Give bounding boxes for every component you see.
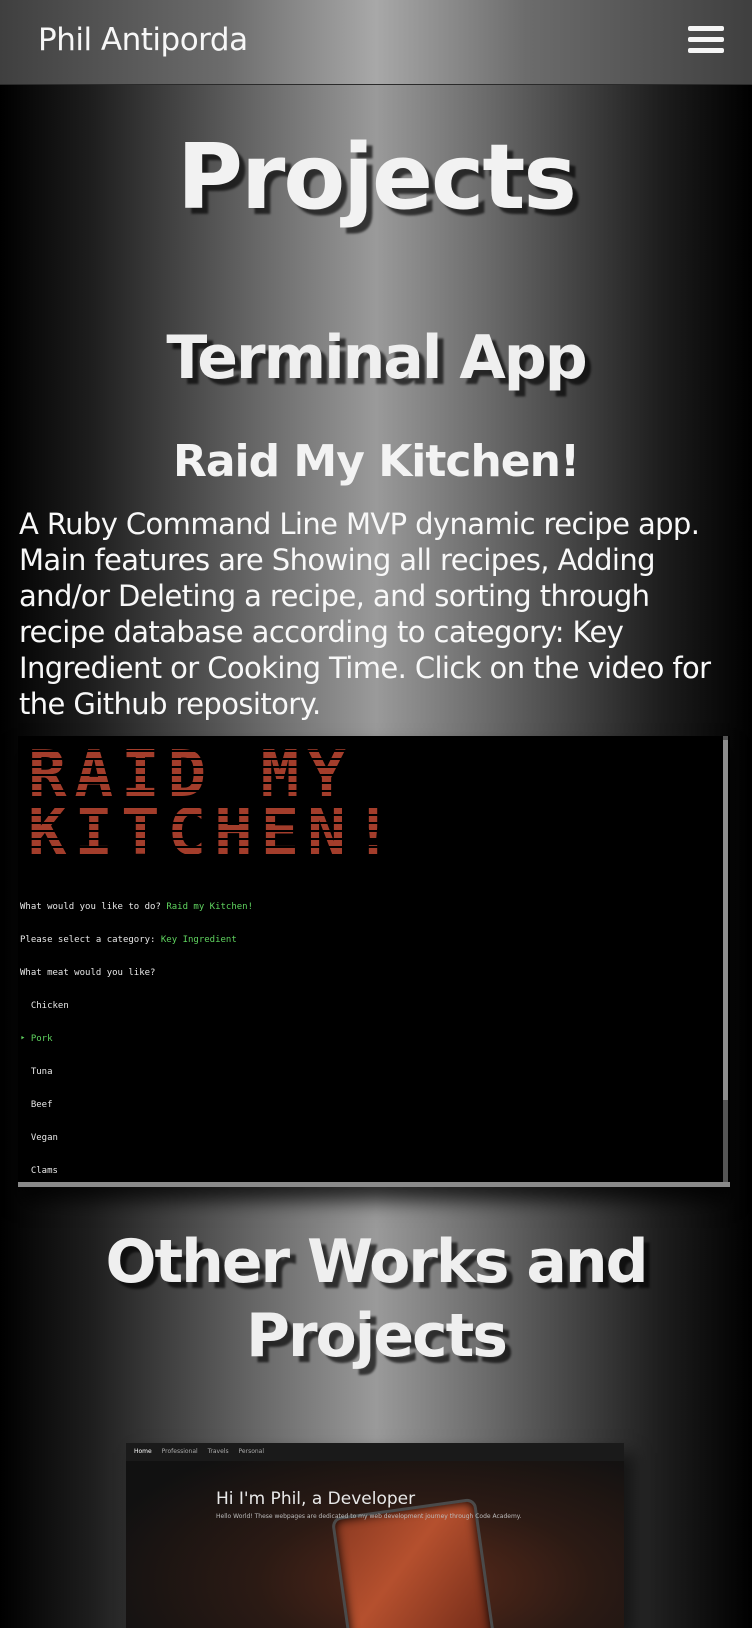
thumbnail-nav-item: Travels	[207, 1448, 229, 1455]
terminal-line: What meat would you like?	[20, 968, 156, 978]
terminal-option: Beef	[30, 1100, 53, 1110]
thumbnail-subtext: Hello World! These webpages are dedicate…	[216, 1513, 522, 1520]
thumbnail-heading: Hi I'm Phil, a Developer	[216, 1489, 416, 1509]
terminal-line: What would you like to do? Raid my Kitch…	[20, 902, 254, 912]
project-video[interactable]: RAID MY KITCHEN! What would you like to …	[18, 736, 730, 1187]
hamburger-menu-icon[interactable]	[688, 26, 724, 56]
terminal-output: What would you like to do? Raid my Kitch…	[20, 880, 253, 1199]
video-banner: RAID MY KITCHEN!	[28, 738, 401, 870]
menu-bar-top	[688, 26, 724, 31]
terminal-option: Tuna	[30, 1067, 53, 1077]
project-description: A Ruby Command Line MVP dynamic recipe a…	[19, 507, 711, 721]
menu-bar-middle	[688, 37, 724, 42]
terminal-option-selected: ‣ Pork	[20, 1034, 53, 1044]
page-title: Projects	[176, 125, 577, 230]
thumbnail-nav: Home Professional Travels Personal	[126, 1443, 624, 1461]
portfolio-thumbnail[interactable]: Home Professional Travels Personal Hi I'…	[126, 1443, 624, 1628]
brand-name[interactable]: Phil Antiporda	[38, 22, 248, 58]
terminal-option: Vegan	[30, 1133, 58, 1143]
terminal-option: Clams	[30, 1166, 58, 1176]
terminal-line: Please select a category: Key Ingredient	[20, 935, 237, 945]
menu-bar-bottom	[688, 48, 724, 53]
project-name: Raid My Kitchen!	[172, 436, 580, 487]
other-works-heading: Other Works and Projects	[105, 1227, 648, 1371]
navbar: Phil Antiporda	[0, 0, 752, 85]
thumbnail-nav-item: Home	[134, 1448, 152, 1455]
thumbnail-nav-item: Personal	[238, 1448, 265, 1455]
video-scrollbar-thumb[interactable]	[723, 740, 728, 1100]
thumbnail-nav-item: Professional	[161, 1448, 198, 1455]
terminal-app-heading: Terminal App	[166, 323, 587, 393]
terminal-option: Chicken	[30, 1001, 69, 1011]
